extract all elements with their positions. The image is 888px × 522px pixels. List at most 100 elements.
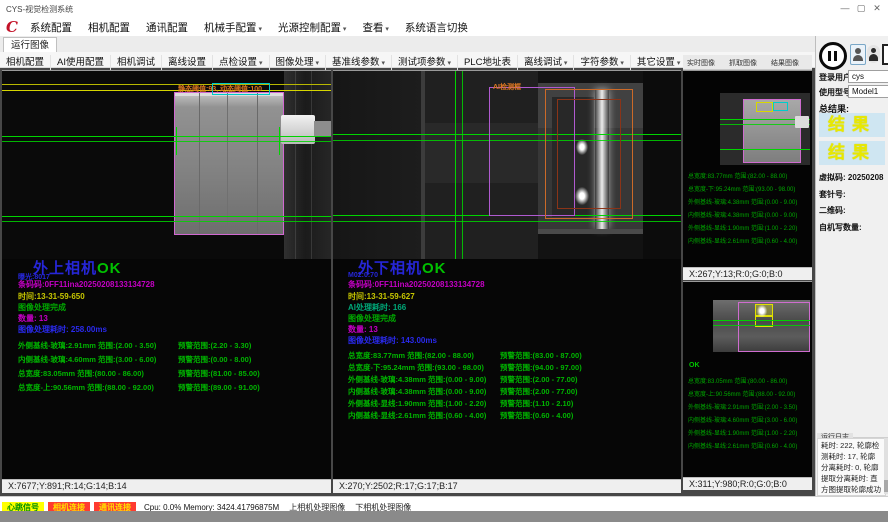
- measurement-row: 外侧基线-玻璃:2.91mm 范围:(2.00 - 3.50): [18, 340, 156, 351]
- tool-offline-debug[interactable]: 离线调试: [518, 55, 574, 71]
- overlay-green-tick: [176, 127, 177, 155]
- app-window: CYS-视觉检测系统 — ▢ ✕ C 系统配置相机配置通讯配置机械手配置光源控制…: [0, 0, 888, 522]
- minimize-button[interactable]: —: [838, 2, 852, 15]
- thumb-header-result[interactable]: 结果图像: [771, 58, 799, 68]
- thumb-line: 总宽度-上:90.56mm 范围:(88.00 - 92.00): [688, 389, 795, 398]
- center-camera-result: OK: [422, 260, 447, 277]
- scene-part-streak: [199, 93, 200, 234]
- thumb-top-viewport[interactable]: 总宽度:83.77mm 范围:(82.00 - 88.00) 总宽度-下:95.…: [683, 71, 812, 267]
- overlay-yellow-box: [756, 102, 773, 112]
- user-icon: [853, 55, 863, 61]
- overlay-red-box: [557, 99, 621, 209]
- operator-button[interactable]: [867, 45, 880, 63]
- thumb-header-grab[interactable]: 抓取图像: [729, 58, 757, 68]
- thumb-line: 总宽度:83.77mm 范围:(82.00 - 88.00): [688, 171, 787, 180]
- thumb-line: 内侧基线-显线:2.61mm 范围:(0.60 - 4.00): [688, 441, 797, 450]
- warn-value: 预警范围:(83.00 - 87.00): [500, 351, 582, 360]
- center-camera-viewport[interactable]: AI检测框: [333, 71, 681, 259]
- left-camera-viewport[interactable]: 静态阈值:93, 动态阈值:100: [2, 71, 331, 259]
- virtual-code-label: 虚拟码: 20250208: [819, 172, 883, 183]
- window-bottom-edge: [0, 511, 888, 522]
- tool-test-params[interactable]: 测试项参数: [392, 55, 458, 71]
- window-title: CYS-视觉检测系统: [6, 4, 73, 15]
- center-elapsed: 图像处理耗时: 143.00ms: [348, 335, 437, 346]
- overlay-green-line: [2, 136, 331, 137]
- log-scrollbar-thumb[interactable]: [884, 480, 888, 492]
- measurement-row: 内侧基线-玻璃:4.38mm 范围:(0.00 - 9.00): [348, 386, 486, 397]
- close-button[interactable]: ✕: [870, 2, 884, 15]
- thumb-header-live[interactable]: 实时图像: [687, 58, 715, 68]
- warning-range: 预警范围:(0.00 - 8.00): [178, 354, 251, 365]
- left-process-done: 图像处理完成: [18, 302, 66, 313]
- scene-clamp: [281, 115, 315, 144]
- overlay-green-tick: [279, 127, 280, 155]
- qr-code-label: 二维码:: [819, 205, 846, 216]
- tool-baseline-params[interactable]: 基准线参数: [326, 55, 392, 71]
- tool-image-processing[interactable]: 图像处理: [270, 55, 326, 71]
- measurement-row: 内侧基线-显线:2.61mm 范围:(0.60 - 4.00): [348, 410, 486, 421]
- thumb-line: 内侧基线-玻璃:4.38mm 范围:(0.00 - 9.00): [688, 210, 797, 219]
- measure-value: 内侧基线-显线:2.61mm 范围:(0.60 - 4.00): [348, 411, 486, 420]
- status-bar: 心跳信号相机连接通讯连接Cpu: 0.0% Memory: 3424.41796…: [0, 496, 888, 512]
- measure-value: 总宽度-下:95.24mm 范围:(93.00 - 98.00): [348, 363, 484, 372]
- warn-value: 预警范围:(81.00 - 85.00): [178, 369, 260, 378]
- tool-spot-check[interactable]: 点检设置: [213, 55, 269, 71]
- tool-char-params[interactable]: 字符参数: [574, 55, 630, 71]
- thumb-ok: OK: [689, 362, 700, 369]
- tool-other-settings[interactable]: 其它设置: [631, 55, 687, 71]
- thumb-line: 总宽度-下:95.24mm 范围:(93.00 - 98.00): [688, 184, 795, 193]
- menu-language-switch[interactable]: 系统语言切换: [397, 19, 476, 37]
- exit-button[interactable]: [882, 44, 888, 65]
- left-barcode: 条码码:0FF11ina20250208133134728: [18, 279, 155, 290]
- scene-seam: [295, 71, 296, 259]
- maximize-button[interactable]: ▢: [854, 2, 868, 15]
- warn-value: 预警范围:(0.60 - 4.00): [500, 411, 573, 420]
- menu-comm-config[interactable]: 通讯配置: [138, 19, 196, 37]
- measurement-row: 内侧基线-玻璃:4.60mm 范围:(3.00 - 6.00): [18, 354, 156, 365]
- tool-ai-config[interactable]: AI使用配置: [51, 55, 111, 70]
- tool-offline-settings[interactable]: 离线设置: [162, 55, 213, 70]
- tool-camera-config[interactable]: 相机配置: [0, 55, 51, 70]
- log-text-area[interactable]: 耗时: 222, 轮廓检测耗时: 17, 轮廓分离耗时: 0, 轮廓提取分离耗时…: [817, 438, 886, 496]
- left-time: 时间:13-31-59-650: [18, 291, 85, 302]
- thumb-line: 总宽度:83.05mm 范围:(80.00 - 86.00): [688, 376, 787, 385]
- measure-value: 外侧基线-玻璃:2.91mm 范围:(2.00 - 3.50): [18, 341, 156, 350]
- menu-camera-config[interactable]: 相机配置: [80, 19, 138, 37]
- menu-system-config[interactable]: 系统配置: [22, 19, 80, 37]
- pause-button[interactable]: [819, 42, 847, 70]
- ai-box-label: AI检测框: [493, 82, 521, 92]
- login-user-input[interactable]: cys: [848, 70, 888, 83]
- log-scrollbar[interactable]: [884, 438, 888, 494]
- tool-plc-address[interactable]: PLC地址表: [458, 55, 518, 70]
- user-icon: [855, 48, 861, 54]
- scene-block: [333, 71, 421, 259]
- measure-value: 总宽度:83.05mm 范围:(80.00 - 86.00): [18, 369, 144, 378]
- overlay-green-line: [2, 141, 331, 142]
- model-input[interactable]: Model1: [848, 85, 888, 98]
- overlay-green-vline: [455, 71, 456, 259]
- warn-value: 预警范围:(89.00 - 91.00): [178, 383, 260, 392]
- title-bar: CYS-视觉检测系统 — ▢ ✕: [0, 0, 888, 19]
- warning-range: 预警范围:(0.60 - 4.00): [500, 410, 573, 421]
- overlay-green-line: [720, 149, 810, 150]
- measurement-row: 总宽度-上:90.56mm 范围:(88.00 - 92.00): [18, 382, 154, 393]
- pause-icon: [834, 51, 837, 61]
- user-login-button[interactable]: [850, 44, 866, 65]
- scene-block: [643, 71, 681, 259]
- warning-range: 预警范围:(89.00 - 91.00): [178, 382, 260, 393]
- needle-number-label: 套针号:: [819, 189, 846, 200]
- left-camera-panel: 静态阈值:93, 动态阈值:100 外上相机OK 曝光:8017 条码码:0FF…: [2, 70, 331, 493]
- scene-mini-clamp: [795, 116, 809, 128]
- measurement-row: 总宽度-下:95.24mm 范围:(93.00 - 98.00): [348, 362, 484, 373]
- measurement-row: 外侧基线-显线:1.90mm 范围:(1.00 - 2.20): [348, 398, 486, 409]
- thumb-bottom-viewport[interactable]: OK 总宽度:83.05mm 范围:(80.00 - 86.00) 总宽度-上:…: [683, 282, 812, 477]
- tool-camera-debug[interactable]: 相机调试: [111, 55, 162, 70]
- measure-value: 内侧基线-玻璃:4.38mm 范围:(0.00 - 9.00): [348, 387, 486, 396]
- measure-value: 总宽度:83.77mm 范围:(82.00 - 88.00): [348, 351, 474, 360]
- warning-range: 预警范围:(81.00 - 85.00): [178, 368, 260, 379]
- center-camera-panel: AI检测框 外下相机OK M02:0:70 条码码:0FF11ina202502…: [333, 70, 681, 493]
- thumb-line: 外侧基线-玻璃:2.91mm 范围:(2.00 - 3.50): [688, 402, 797, 411]
- warning-range: 预警范围:(83.00 - 87.00): [500, 350, 582, 361]
- tab-run-image[interactable]: 运行图像: [3, 37, 57, 53]
- thumb-bottom-pixel-info: X:311;Y:980;R:0;G:0;B:0: [683, 477, 812, 490]
